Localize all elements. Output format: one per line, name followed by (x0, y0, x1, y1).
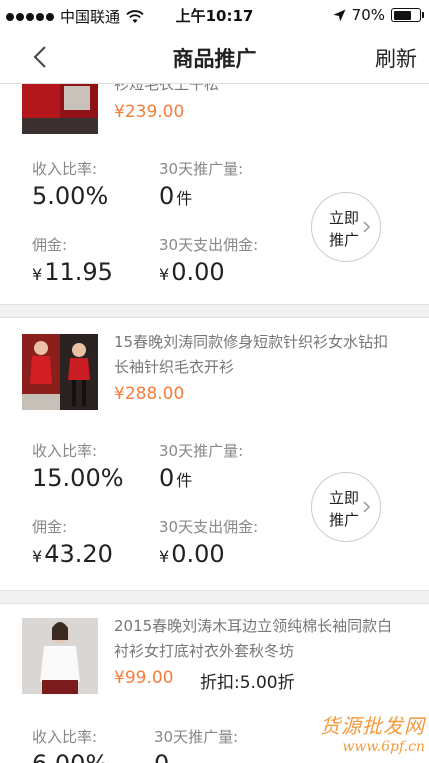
nav-bar: 商品推广 刷新 (0, 30, 429, 84)
battery-percent: 70% (351, 6, 385, 24)
promo-count-value: 0 (154, 750, 169, 763)
promote-now-button[interactable]: 立即 推广 (311, 472, 381, 542)
currency-symbol: ¥ (32, 265, 43, 284)
commission-value: ¥11.95 (32, 258, 113, 286)
product-title-line: 衫短毛衣上午松 (114, 84, 220, 93)
watermark-sub: www.6pf.cn (342, 739, 425, 755)
commission-label: 佣金: (32, 518, 68, 536)
product-title-line: 15春晚刘涛同款修身短款针织衫女水钻扣 (114, 333, 389, 351)
product-title[interactable]: 2015春晚刘涛木耳边立领纯棉长袖同款白 衬衫女打底衬衣外套秋冬坊 (114, 614, 414, 664)
commission-label: 佣金: (32, 236, 68, 254)
product-price: ¥239.00 (114, 102, 185, 122)
commission-value: ¥43.20 (32, 540, 113, 568)
product-title-line: 2015春晚刘涛木耳边立领纯棉长袖同款白 (114, 617, 393, 635)
currency-symbol: ¥ (159, 265, 170, 284)
product-discount: 折扣:5.00折 (200, 673, 295, 693)
product-title[interactable]: 15春晚刘涛同款修身短款针织衫女水钻扣 长袖针织毛衣开衫 (114, 330, 414, 380)
commission-paid-label: 30天支出佣金: (159, 236, 259, 254)
card-divider (0, 590, 429, 604)
promote-line: 推广 (329, 231, 360, 249)
income-rate-label: 收入比率: (32, 442, 98, 460)
count-unit: 件 (176, 471, 193, 490)
commission-paid-value: ¥0.00 (159, 258, 225, 286)
promo-count-value: 0件 (159, 464, 192, 492)
product-title-line: 衬衫女打底衬衣外套秋冬坊 (114, 642, 295, 660)
product-list[interactable]: 衫短毛衣上午松 ¥239.00 收入比率: 30天推广量: 5.00% 0件 佣… (0, 84, 429, 763)
chevron-right-icon (363, 501, 371, 513)
promote-label: 立即 推广 (329, 487, 363, 531)
card-divider (0, 304, 429, 318)
commission-number: 43.20 (44, 540, 113, 568)
currency-symbol: ¥ (32, 547, 43, 566)
chevron-right-icon (363, 221, 371, 233)
commission-number: 11.95 (44, 258, 113, 286)
income-rate-label: 收入比率: (32, 160, 98, 178)
promo-count-value: 0件 (159, 182, 192, 210)
status-right: 70% (333, 6, 424, 24)
commission-paid-label: 30天支出佣金: (159, 518, 259, 536)
promote-label: 立即 推广 (329, 207, 363, 251)
promote-line: 立即 (329, 489, 360, 507)
commission-paid-number: 0.00 (171, 540, 225, 568)
product-thumbnail[interactable] (22, 618, 98, 694)
commission-paid-number: 0.00 (171, 258, 225, 286)
promo-count-number: 0 (159, 182, 175, 210)
site-watermark: 货源批发网 www.6pf.cn (307, 710, 425, 755)
page-title: 商品推广 (172, 47, 257, 71)
income-rate-value: 5.00% (32, 182, 109, 210)
watermark-main: 货源批发网 (320, 714, 425, 738)
refresh-button[interactable]: 刷新 (375, 43, 417, 73)
promo-count-number: 0 (159, 464, 175, 492)
promote-line: 立即 (329, 209, 360, 227)
product-title-line: 长袖针织毛衣开衫 (114, 358, 235, 376)
product-price: ¥99.00 (114, 668, 174, 688)
promote-now-button[interactable]: 立即 推广 (311, 192, 381, 262)
location-arrow-icon (333, 9, 346, 21)
currency-symbol: ¥ (159, 547, 170, 566)
income-rate-value: 15.00% (32, 464, 124, 492)
product-card: 衫短毛衣上午松 ¥239.00 收入比率: 30天推广量: 5.00% 0件 佣… (0, 84, 429, 304)
promo-count-label: 30天推广量: (159, 160, 244, 178)
product-title[interactable]: 衫短毛衣上午松 (114, 84, 414, 97)
status-bar: 中国联通 上午10:17 70% (0, 0, 429, 30)
promote-line: 推广 (329, 511, 360, 529)
promo-count-number: 0 (154, 750, 169, 763)
promo-count-label: 30天推广量: (154, 728, 239, 746)
chevron-left-icon (33, 46, 46, 68)
product-price: ¥288.00 (114, 384, 185, 404)
product-thumbnail[interactable] (22, 84, 98, 134)
product-thumbnail[interactable] (22, 334, 98, 410)
commission-paid-value: ¥0.00 (159, 540, 225, 568)
promo-count-label: 30天推广量: (159, 442, 244, 460)
battery-fill (393, 10, 411, 20)
battery-icon (391, 8, 424, 22)
product-card: 15春晚刘涛同款修身短款针织衫女水钻扣 长袖针织毛衣开衫 ¥288.00 收入比… (0, 320, 429, 590)
back-button[interactable] (26, 42, 56, 72)
count-unit: 件 (176, 189, 193, 208)
income-rate-value: 6.00% (32, 750, 108, 763)
income-rate-label: 收入比率: (32, 728, 98, 746)
